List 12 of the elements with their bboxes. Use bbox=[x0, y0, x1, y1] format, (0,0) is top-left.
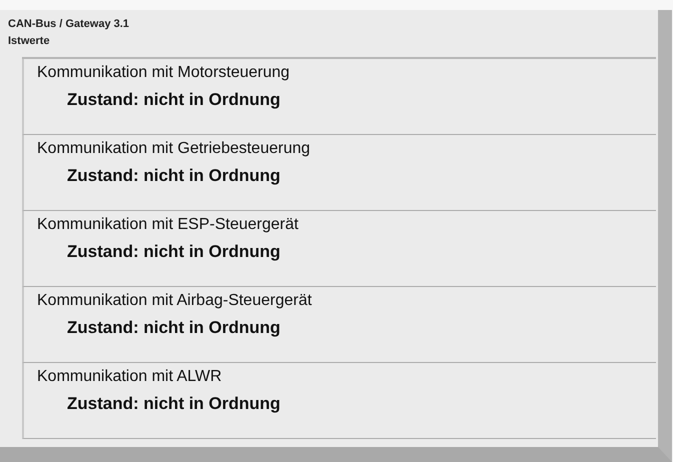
entry-status: Zustand: nicht in Ordnung bbox=[67, 318, 280, 338]
entry-title: Kommunikation mit Motorsteuerung bbox=[37, 63, 290, 82]
breadcrumb: CAN-Bus / Gateway 3.1 bbox=[8, 17, 130, 31]
entry-title: Kommunikation mit ESP-Steuergerät bbox=[37, 215, 298, 234]
entry-status: Zustand: nicht in Ordnung bbox=[67, 394, 280, 414]
section-title: Istwerte bbox=[8, 34, 51, 48]
entry-status: Zustand: nicht in Ordnung bbox=[67, 90, 280, 110]
entry-status: Zustand: nicht in Ordnung bbox=[67, 242, 280, 262]
entry-status: Zustand: nicht in Ordnung bbox=[67, 166, 280, 186]
entry-title: Kommunikation mit Getriebesteuerung bbox=[37, 139, 310, 158]
entry-title: Kommunikation mit Airbag-Steuergerät bbox=[37, 291, 312, 310]
entry-title: Kommunikation mit ALWR bbox=[37, 367, 222, 386]
